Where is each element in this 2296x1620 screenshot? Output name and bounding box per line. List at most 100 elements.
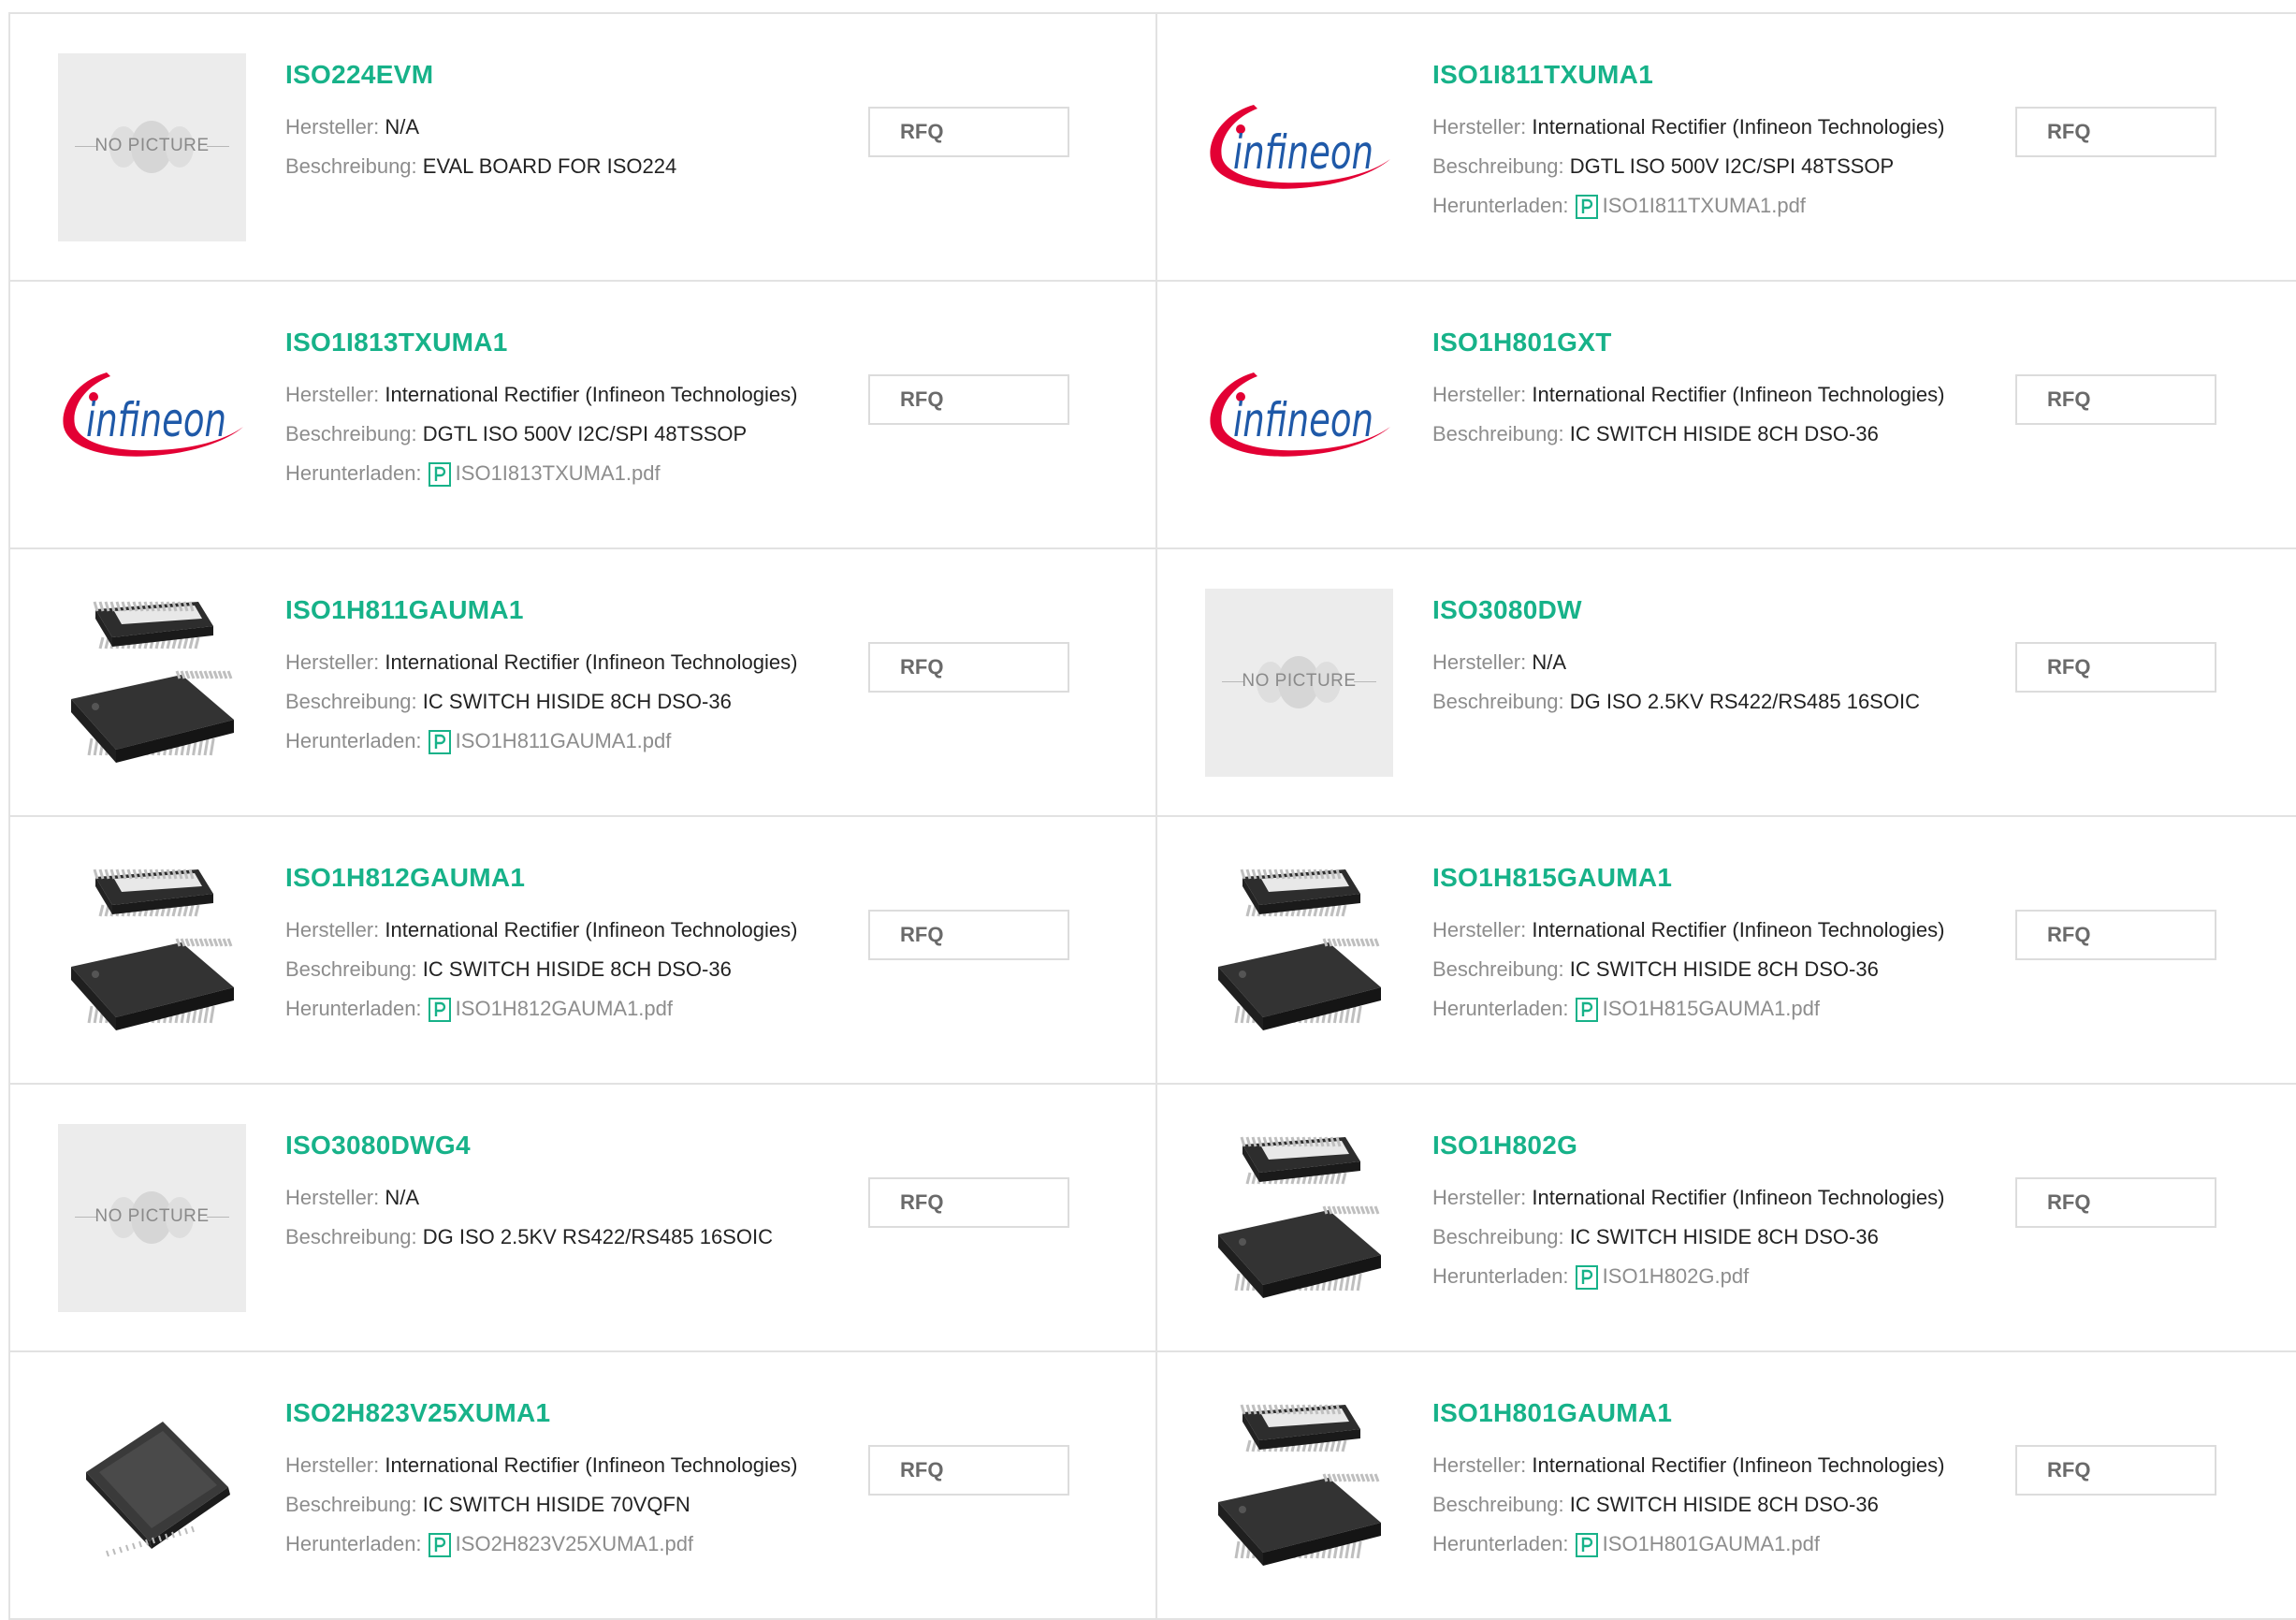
- description-value: IC SWITCH HISIDE 8CH DSO-36: [422, 690, 732, 713]
- rfq-button[interactable]: RFQ: [2015, 374, 2216, 425]
- product-title[interactable]: ISO1H802G: [1432, 1130, 1994, 1161]
- datasheet-link[interactable]: ISO1H801GAUMA1.pdf: [1603, 1532, 1820, 1555]
- product-image[interactable]: [58, 1392, 246, 1580]
- product-title[interactable]: ISO2H823V25XUMA1: [285, 1397, 847, 1429]
- rfq-button[interactable]: RFQ: [2015, 1445, 2216, 1496]
- no-picture-placeholder: NO PICTURE: [58, 1124, 246, 1312]
- product-image[interactable]: infineon: [1205, 53, 1393, 241]
- manufacturer-value: International Rectifier (Infineon Techno…: [385, 383, 798, 406]
- rfq-button[interactable]: RFQ: [868, 107, 1069, 157]
- description-row: Beschreibung: DG ISO 2.5KV RS422/RS485 1…: [1432, 682, 1994, 722]
- datasheet-link[interactable]: ISO2H823V25XUMA1.pdf: [456, 1532, 693, 1555]
- product-image[interactable]: [1205, 1124, 1393, 1312]
- manufacturer-row: Hersteller: International Rectifier (Inf…: [285, 643, 847, 682]
- download-label: Herunterladen:: [285, 997, 422, 1020]
- product-image[interactable]: [58, 589, 246, 777]
- rfq-button[interactable]: RFQ: [868, 642, 1069, 693]
- product-title[interactable]: ISO1H801GXT: [1432, 327, 1994, 358]
- description-value: DGTL ISO 500V I2C/SPI 48TSSOP: [422, 422, 748, 445]
- no-picture-placeholder: NO PICTURE: [58, 53, 246, 241]
- product-info: ISO1H801GAUMA1 Hersteller: International…: [1432, 1397, 1994, 1564]
- product-title[interactable]: ISO1I811TXUMA1: [1432, 59, 1994, 91]
- product-card: NO PICTURE ISO3080DW Hersteller: N/A Bes…: [1157, 549, 2296, 817]
- product-title[interactable]: ISO1H815GAUMA1: [1432, 862, 1994, 894]
- description-label: Beschreibung:: [285, 690, 417, 713]
- manufacturer-value: International Rectifier (Infineon Techno…: [1532, 115, 1945, 139]
- rfq-button[interactable]: RFQ: [2015, 642, 2216, 693]
- product-title[interactable]: ISO1H801GAUMA1: [1432, 1397, 1994, 1429]
- manufacturer-row: Hersteller: International Rectifier (Inf…: [1432, 108, 1994, 147]
- download-row: Herunterladen: ISO2H823V25XUMA1.pdf: [285, 1525, 847, 1564]
- description-label: Beschreibung:: [1432, 1493, 1564, 1516]
- pdf-icon[interactable]: [428, 1532, 452, 1558]
- description-label: Beschreibung:: [1432, 422, 1564, 445]
- manufacturer-row: Hersteller: International Rectifier (Inf…: [1432, 1446, 1994, 1485]
- description-value: IC SWITCH HISIDE 70VQFN: [422, 1493, 690, 1516]
- product-image[interactable]: infineon: [58, 321, 246, 509]
- svg-text:infineon: infineon: [86, 393, 226, 447]
- product-card: infineon ISO1H801GXT Hersteller: Interna…: [1157, 282, 2296, 549]
- rfq-button[interactable]: RFQ: [2015, 107, 2216, 157]
- product-image[interactable]: NO PICTURE: [58, 1124, 246, 1312]
- ic-chip-image: [86, 1422, 230, 1557]
- rfq-button[interactable]: RFQ: [868, 910, 1069, 960]
- description-value: DG ISO 2.5KV RS422/RS485 16SOIC: [422, 1225, 773, 1248]
- product-image[interactable]: [1205, 1392, 1393, 1580]
- product-image[interactable]: [1205, 856, 1393, 1044]
- manufacturer-label: Hersteller:: [285, 1186, 380, 1209]
- ic-chip-image: [1218, 868, 1381, 1030]
- no-picture-placeholder: NO PICTURE: [1205, 589, 1393, 777]
- rfq-button[interactable]: RFQ: [868, 1177, 1069, 1228]
- pdf-icon[interactable]: [1575, 1264, 1599, 1291]
- datasheet-link[interactable]: ISO1H815GAUMA1.pdf: [1603, 997, 1820, 1020]
- datasheet-link[interactable]: ISO1I813TXUMA1.pdf: [456, 461, 661, 485]
- download-label: Herunterladen:: [1432, 194, 1569, 217]
- product-card: ISO1H815GAUMA1 Hersteller: International…: [1157, 817, 2296, 1085]
- manufacturer-value: International Rectifier (Infineon Techno…: [385, 650, 798, 674]
- manufacturer-row: Hersteller: International Rectifier (Inf…: [285, 1446, 847, 1485]
- svg-text:infineon: infineon: [1233, 393, 1373, 447]
- rfq-button[interactable]: RFQ: [2015, 910, 2216, 960]
- download-row: Herunterladen: ISO1H801GAUMA1.pdf: [1432, 1525, 1994, 1564]
- pdf-icon[interactable]: [428, 997, 452, 1023]
- download-row: Herunterladen: ISO1H802G.pdf: [1432, 1257, 1994, 1296]
- product-title[interactable]: ISO3080DWG4: [285, 1130, 847, 1161]
- product-image[interactable]: [58, 856, 246, 1044]
- datasheet-link[interactable]: ISO1I811TXUMA1.pdf: [1603, 194, 1806, 217]
- description-label: Beschreibung:: [1432, 154, 1564, 178]
- datasheet-link[interactable]: ISO1H812GAUMA1.pdf: [456, 997, 673, 1020]
- description-row: Beschreibung: IC SWITCH HISIDE 8CH DSO-3…: [1432, 1218, 1994, 1257]
- rfq-button[interactable]: RFQ: [2015, 1177, 2216, 1228]
- product-title[interactable]: ISO1I813TXUMA1: [285, 327, 847, 358]
- download-label: Herunterladen:: [1432, 997, 1569, 1020]
- pdf-icon[interactable]: [428, 729, 452, 755]
- product-title[interactable]: ISO3080DW: [1432, 594, 1994, 626]
- product-image[interactable]: NO PICTURE: [58, 53, 246, 241]
- product-image[interactable]: NO PICTURE: [1205, 589, 1393, 777]
- description-value: IC SWITCH HISIDE 8CH DSO-36: [1569, 422, 1879, 445]
- download-label: Herunterladen:: [285, 1532, 422, 1555]
- manufacturer-value: N/A: [385, 115, 420, 139]
- datasheet-link[interactable]: ISO1H811GAUMA1.pdf: [456, 729, 672, 752]
- ic-chip-image: [1218, 1136, 1381, 1298]
- pdf-icon[interactable]: [1575, 194, 1599, 220]
- description-value: IC SWITCH HISIDE 8CH DSO-36: [1569, 957, 1879, 981]
- rfq-button[interactable]: RFQ: [868, 374, 1069, 425]
- pdf-icon[interactable]: [1575, 1532, 1599, 1558]
- manufacturer-label: Hersteller:: [285, 383, 380, 406]
- manufacturer-value: N/A: [385, 1186, 420, 1209]
- datasheet-link[interactable]: ISO1H802G.pdf: [1603, 1264, 1750, 1288]
- product-title[interactable]: ISO224EVM: [285, 59, 847, 91]
- manufacturer-row: Hersteller: International Rectifier (Inf…: [285, 911, 847, 950]
- pdf-icon[interactable]: [428, 461, 452, 488]
- product-info: ISO1H815GAUMA1 Hersteller: International…: [1432, 862, 1994, 1029]
- pdf-icon[interactable]: [1575, 997, 1599, 1023]
- product-card: NO PICTURE ISO3080DWG4 Hersteller: N/A B…: [10, 1085, 1157, 1352]
- product-title[interactable]: ISO1H811GAUMA1: [285, 594, 847, 626]
- manufacturer-value: International Rectifier (Infineon Techno…: [1532, 1453, 1945, 1477]
- product-info: ISO1H801GXT Hersteller: International Re…: [1432, 327, 1994, 454]
- product-image[interactable]: infineon: [1205, 321, 1393, 509]
- manufacturer-row: Hersteller: International Rectifier (Inf…: [1432, 375, 1994, 415]
- rfq-button[interactable]: RFQ: [868, 1445, 1069, 1496]
- product-title[interactable]: ISO1H812GAUMA1: [285, 862, 847, 894]
